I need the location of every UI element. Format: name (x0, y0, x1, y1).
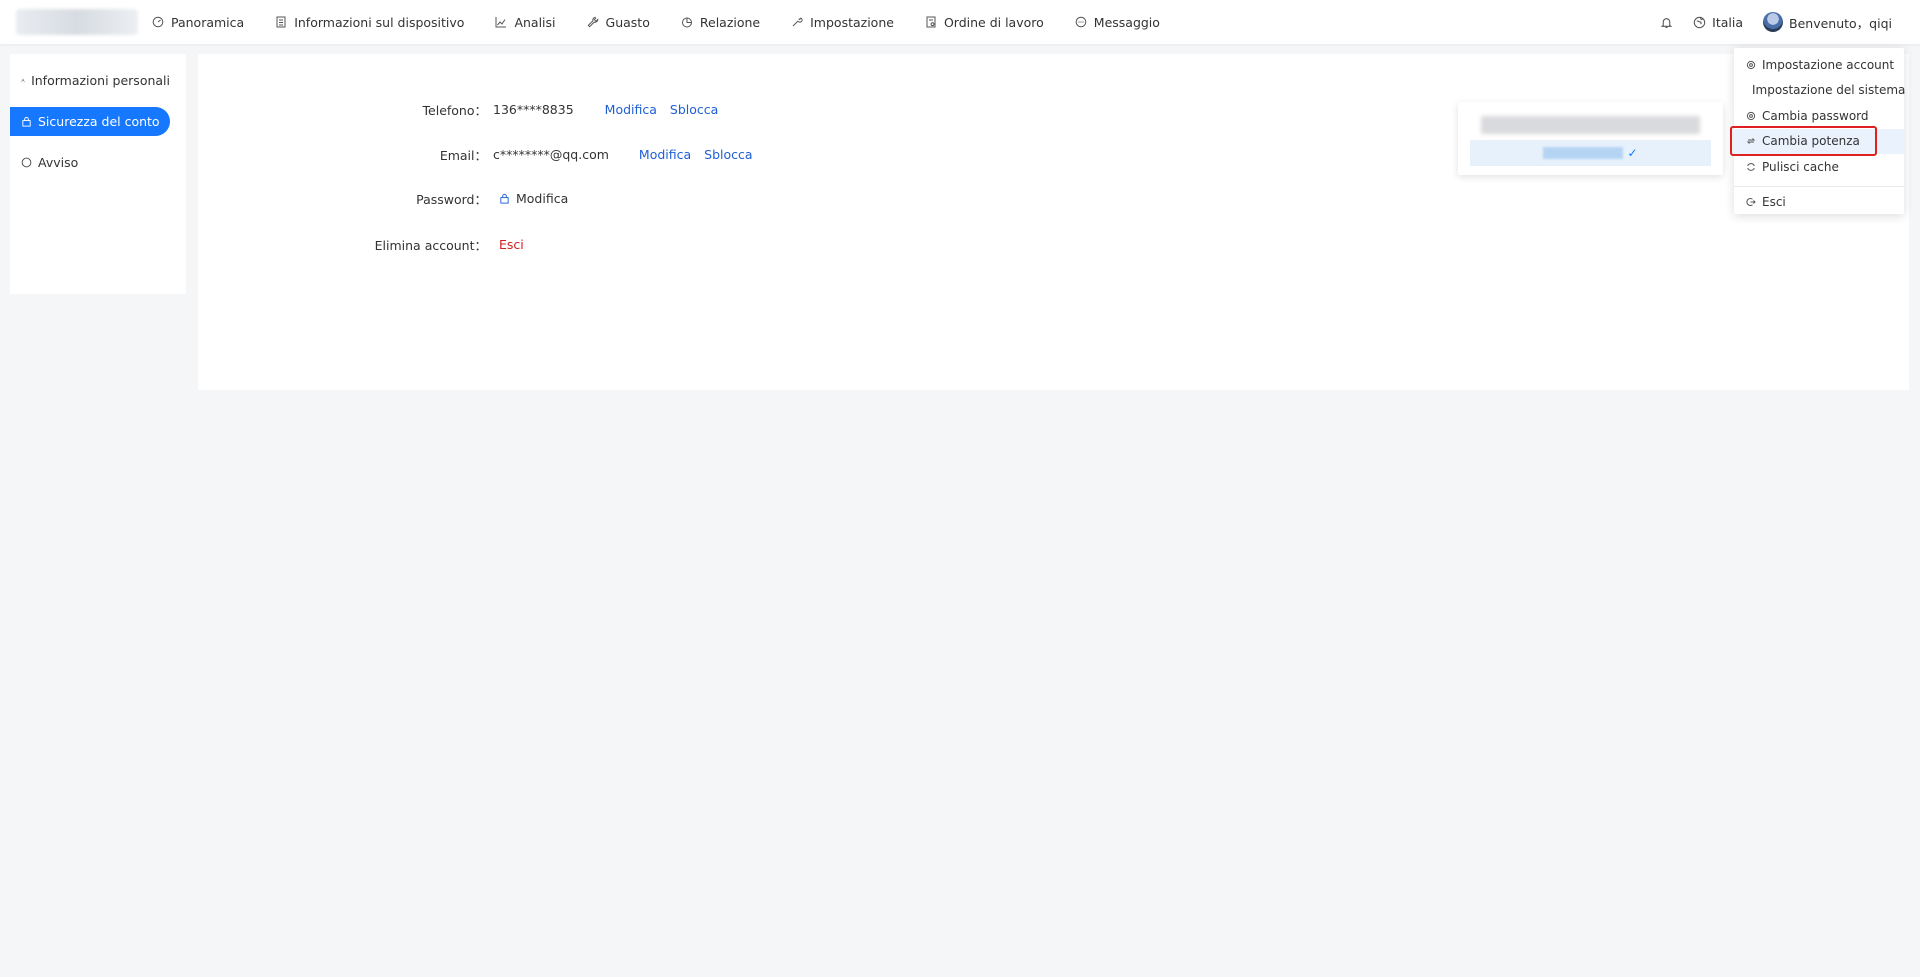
menu-item-label: Cambia password (1762, 108, 1869, 123)
logo[interactable] (16, 9, 138, 35)
region-label: Italia (1712, 14, 1743, 30)
notification-button[interactable] (1660, 16, 1673, 29)
phone-row: Telefono： 136****8835 Modifica Sblocca (198, 99, 719, 119)
gear-icon (1746, 60, 1756, 69)
user-icon (21, 78, 25, 83)
check-icon: ✓ (1627, 146, 1638, 160)
gear-icon (1746, 111, 1756, 120)
email-modify-link[interactable]: Modifica (639, 147, 691, 162)
pie-chart-icon (681, 17, 692, 28)
nav-item-label: Ordine di lavoro (943, 14, 1044, 30)
menu-item-clear-cache[interactable]: Pulisci cache (1734, 154, 1904, 180)
menu-item-label: Esci (1762, 195, 1786, 210)
selected-option-blurred (1543, 147, 1624, 159)
menu-item-label: Pulisci cache (1762, 159, 1839, 174)
bell-icon (1660, 17, 1673, 28)
menu-item-label: Cambia potenza (1762, 134, 1860, 149)
logout-icon (1746, 198, 1756, 207)
sidebar-item-label: Avviso (38, 155, 79, 170)
switch-icon (1746, 138, 1756, 145)
password-modify-label: Modifica (516, 190, 569, 206)
phone-value: 136****8835 (493, 101, 574, 117)
tool-icon (792, 17, 803, 27)
menu-item-change-power[interactable]: Cambia potenza (1734, 128, 1904, 154)
nav-item-messaggio[interactable]: Messaggio (1075, 15, 1160, 30)
nav-item-ordine-di-lavoro[interactable]: Ordine di lavoro (925, 15, 1044, 30)
nav-item-label: Relazione (699, 14, 761, 30)
menu-item-label: Impostazione account (1762, 57, 1895, 72)
nav-item-panoramica[interactable]: Panoramica (152, 15, 244, 30)
nav-item-label: Analisi (514, 14, 556, 30)
message-icon (1075, 16, 1087, 28)
main-nav: Panoramica Informazioni sul dispositivo … (152, 0, 1191, 44)
delete-account-row: Elimina account： Esci (198, 234, 524, 254)
message-icon (21, 157, 32, 168)
email-label: Email： (439, 147, 487, 163)
phone-modify-link[interactable]: Modifica (605, 102, 657, 117)
phone-unbind-link[interactable]: Sblocca (670, 102, 718, 117)
password-row: Password： Modifica (198, 188, 568, 208)
lock-icon (500, 193, 509, 204)
nav-item-guasto[interactable]: Guasto (587, 15, 650, 30)
phone-label: Telefono： (422, 102, 487, 118)
work-order-icon (926, 16, 936, 28)
menu-item-system-settings[interactable]: Impostazione del sistema (1734, 78, 1906, 104)
nav-item-impostazione[interactable]: Impostazione (791, 15, 894, 30)
lock-icon (22, 116, 31, 127)
nav-item-label: Informazioni sul dispositivo (294, 14, 465, 30)
globe-icon (1693, 16, 1706, 28)
menu-divider (1734, 185, 1904, 187)
password-label: Password： (416, 191, 487, 207)
dashboard-icon (152, 16, 164, 28)
nav-item-label: Guasto (605, 14, 650, 30)
delete-account-logout-link[interactable]: Esci (499, 237, 524, 252)
wrench-icon (587, 16, 598, 28)
nav-item-device-info[interactable]: Informazioni sul dispositivo (275, 15, 464, 30)
menu-item-change-password[interactable]: Cambia password (1734, 103, 1904, 129)
device-list-icon (276, 16, 286, 28)
nav-item-relazione[interactable]: Relazione (681, 15, 760, 30)
delete-account-label: Elimina account： (374, 237, 487, 253)
settings-sidebar: Informazioni personali Sicurezza del con… (10, 54, 186, 294)
welcome-text: Benvenuto，qiqi (1789, 15, 1892, 31)
nav-item-label: Panoramica (171, 14, 245, 30)
sidebar-item-notice[interactable]: Avviso (10, 148, 170, 177)
nav-item-label: Messaggio (1093, 14, 1160, 30)
sidebar-item-label: Informazioni personali (31, 73, 170, 88)
menu-item-label: Impostazione del sistema (1752, 83, 1906, 98)
password-modify-link[interactable]: Modifica (499, 191, 568, 206)
nav-item-analisi[interactable]: Analisi (495, 14, 556, 30)
region-selector[interactable]: Italia (1693, 15, 1743, 30)
top-right-area: Italia Benvenuto，qiqi (1660, 0, 1892, 44)
line-chart-icon (495, 17, 507, 28)
sidebar-item-account-security[interactable]: Sicurezza del conto (10, 107, 170, 136)
dropdown-option-selected[interactable]: ✓ (1470, 140, 1711, 166)
sidebar-item-personal-info[interactable]: Informazioni personali (10, 66, 170, 95)
top-navbar: Panoramica Informazioni sul dispositivo … (0, 0, 1920, 44)
email-value: c********@qq.com (493, 146, 609, 162)
user-dropdown-menu: Impostazione account Impostazione del si… (1734, 48, 1906, 216)
menu-item-account-settings[interactable]: Impostazione account (1734, 52, 1904, 78)
avatar (1763, 12, 1783, 32)
email-unbind-link[interactable]: Sblocca (704, 147, 752, 162)
menu-item-logout[interactable]: Esci (1734, 190, 1904, 216)
email-row: Email： c********@qq.com Modifica Sblocca (198, 144, 753, 164)
dropdown-option-blurred[interactable] (1481, 116, 1700, 134)
refresh-icon (1747, 162, 1755, 171)
power-station-dropdown: ✓ (1458, 102, 1723, 175)
nav-item-label: Impostazione (810, 14, 894, 30)
sidebar-item-label: Sicurezza del conto (38, 114, 160, 129)
user-menu-trigger[interactable]: Benvenuto，qiqi (1763, 12, 1892, 32)
